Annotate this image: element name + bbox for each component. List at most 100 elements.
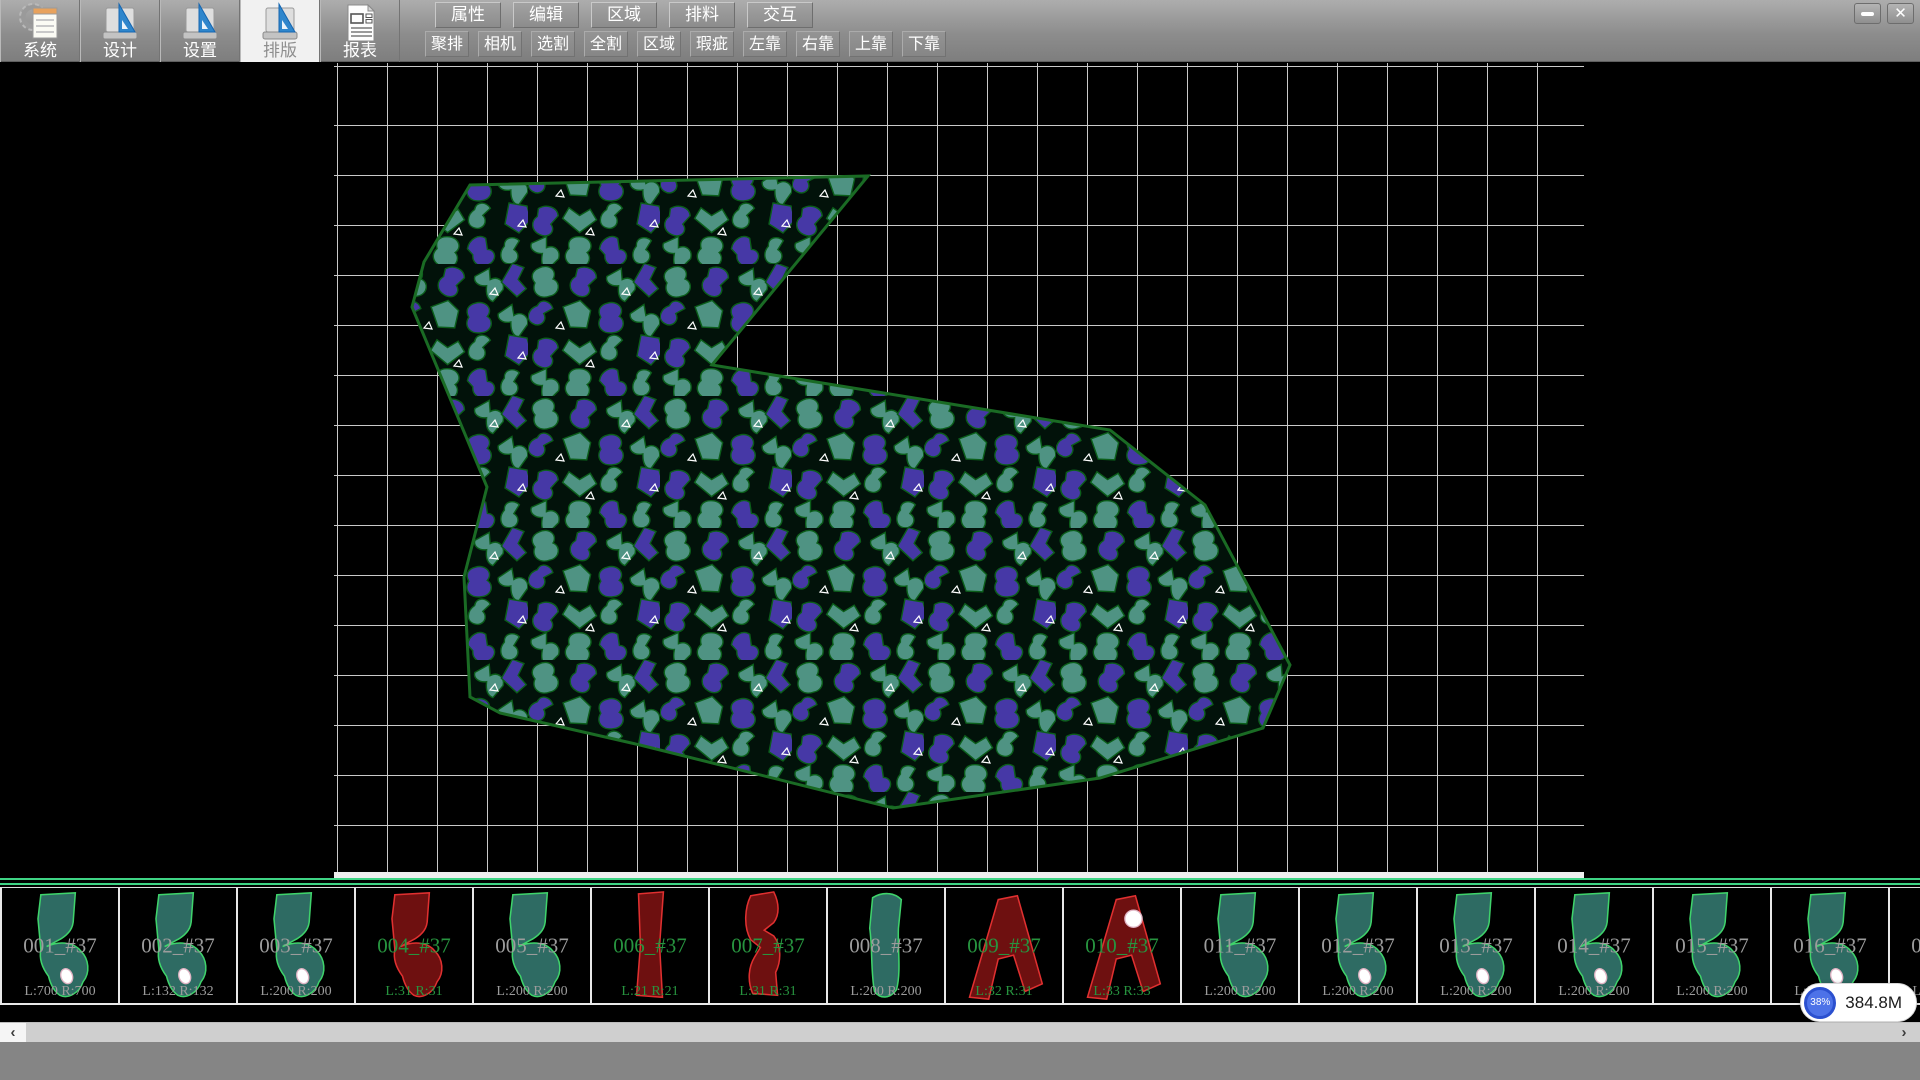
nav-item-label: 排版: [263, 42, 297, 60]
title-bar: 系统设计设置排版报表 属性编辑区域排料交互 聚排相机选割全割区域瑕疵左靠右靠上靠…: [0, 0, 1920, 62]
layout-icon: [258, 2, 302, 42]
close-icon: ✕: [1894, 6, 1907, 21]
tool-button-6[interactable]: 瑕疵: [690, 31, 734, 57]
thumbnail-piece-002[interactable]: 002_#37 L:132 R:132: [120, 888, 238, 1003]
piece-name-label: 009_#37: [946, 933, 1062, 958]
tool-button-5[interactable]: 区域: [637, 31, 681, 57]
piece-name-label: 004_#37: [356, 933, 472, 958]
piece-name-label: 015_#37: [1654, 933, 1770, 958]
nav-item-label: 设计: [103, 42, 137, 60]
settings-icon: [178, 2, 222, 42]
thumbnail-piece-001[interactable]: 001_#37 L:700 R:700: [2, 888, 120, 1003]
piece-count-label: L:200 R:200: [1182, 984, 1298, 1000]
divider-line-bottom: [0, 883, 1920, 885]
thumbnail-piece-005[interactable]: 005_#37 L:200 R:200: [474, 888, 592, 1003]
piece-count-label: L:200 R:200: [238, 984, 354, 1000]
nesting-canvas[interactable]: [334, 63, 1584, 872]
nav-item-label: 设置: [183, 42, 217, 60]
thumbnail-piece-013[interactable]: 013_#37 L:200 R:200: [1418, 888, 1536, 1003]
piece-count-label: L:21 R:21: [592, 984, 708, 1000]
menu-button-1[interactable]: 属性: [435, 2, 501, 28]
minimize-icon: [1861, 12, 1874, 16]
nav-item-layout[interactable]: 排版: [240, 0, 320, 62]
piece-count-label: L:700 R:700: [2, 984, 118, 1000]
piece-name-label: 012_#37: [1300, 933, 1416, 958]
piece-name-label: 013_#37: [1418, 933, 1534, 958]
thumbnail-piece-007[interactable]: 007_#37 L:31 R:31: [710, 888, 828, 1003]
piece-name-label: 002_#37: [120, 933, 236, 958]
menu-button-2[interactable]: 编辑: [513, 2, 579, 28]
thumbnail-piece-006[interactable]: 006_#37 L:21 R:21: [592, 888, 710, 1003]
piece-name-label: 001_#37: [2, 933, 118, 958]
piece-name-label: 006_#37: [592, 933, 708, 958]
thumbnail-piece-015[interactable]: 015_#37 L:200 R:200: [1654, 888, 1772, 1003]
thumbnail-piece-012[interactable]: 012_#37 L:200 R:200: [1300, 888, 1418, 1003]
tool-button-9[interactable]: 上靠: [849, 31, 893, 57]
menu-button-3[interactable]: 区域: [591, 2, 657, 28]
nav-item-label: 系统: [23, 42, 57, 60]
main-nav: 系统 设计 设置 排版 报表: [0, 0, 400, 62]
system-icon: [18, 2, 62, 42]
piece-name-label: 007_#37: [710, 933, 826, 958]
piece-count-label: L:200 R:200: [1300, 984, 1416, 1000]
report-icon: [338, 2, 382, 42]
piece-count-label: L:31 R:31: [356, 984, 472, 1000]
piece-name-label: 008_#37: [828, 933, 944, 958]
thumbnail-piece-004[interactable]: 004_#37 L:31 R:31: [356, 888, 474, 1003]
panel-divider: [0, 878, 1920, 887]
piece-count-label: L:33 R:33: [1064, 984, 1180, 1000]
horizontal-scrollbar[interactable]: ‹ ›: [0, 1022, 1920, 1042]
thumbnail-piece-008[interactable]: 008_#37 L:200 R:200: [828, 888, 946, 1003]
close-button[interactable]: ✕: [1887, 3, 1914, 24]
piece-count-label: L:31 R:31: [710, 984, 826, 1000]
memory-percent-indicator: 38%: [1804, 987, 1836, 1019]
menu-button-5[interactable]: 交互: [747, 2, 813, 28]
tool-button-3[interactable]: 选割: [531, 31, 575, 57]
memory-size-label: 384.8M: [1845, 993, 1902, 1013]
piece-count-label: L:200 R:200: [474, 984, 590, 1000]
thumbnail-piece-010[interactable]: 010_#37 L:33 R:33: [1064, 888, 1182, 1003]
piece-name-label: 010_#37: [1064, 933, 1180, 958]
tool-button-7[interactable]: 左靠: [743, 31, 787, 57]
status-bar: [0, 1042, 1920, 1080]
tool-button-4[interactable]: 全割: [584, 31, 628, 57]
nav-item-design[interactable]: 设计: [80, 0, 160, 62]
piece-name-label: 005_#37: [474, 933, 590, 958]
design-icon: [98, 2, 142, 42]
menu-row-main: 属性编辑区域排料交互: [435, 2, 813, 28]
thumbnail-piece-011[interactable]: 011_#37 L:200 R:200: [1182, 888, 1300, 1003]
nav-item-report[interactable]: 报表: [320, 0, 400, 62]
tool-button-10[interactable]: 下靠: [902, 31, 946, 57]
piece-name-label: 003_#37: [238, 933, 354, 958]
thumbnail-piece-003[interactable]: 003_#37 L:200 R:200: [238, 888, 356, 1003]
thumbnail-piece-009[interactable]: 009_#37 L:32 R:31: [946, 888, 1064, 1003]
piece-count-label: L:200 R:200: [828, 984, 944, 1000]
piece-name-label: 017_#37: [1890, 933, 1920, 958]
scroll-right-button[interactable]: ›: [1894, 1023, 1914, 1043]
tool-button-1[interactable]: 聚排: [425, 31, 469, 57]
nav-item-label: 报表: [343, 42, 377, 60]
scroll-left-button[interactable]: ‹: [0, 1023, 26, 1043]
piece-count-label: L:200 R:200: [1536, 984, 1652, 1000]
tool-button-8[interactable]: 右靠: [796, 31, 840, 57]
minimize-button[interactable]: [1854, 3, 1881, 24]
menu-button-4[interactable]: 排料: [669, 2, 735, 28]
piece-count-label: L:132 R:132: [120, 984, 236, 1000]
piece-thumbnail-strip: 001_#37L:700 R:700002_#37L:132 R:132003_…: [0, 887, 1920, 1005]
leather-hide-layout: [334, 63, 1584, 872]
nav-item-system[interactable]: 系统: [0, 0, 80, 62]
window-controls: ✕: [1854, 3, 1914, 24]
workspace-background: [0, 63, 1920, 878]
piece-name-label: 014_#37: [1536, 933, 1652, 958]
piece-name-label: 016_#37: [1772, 933, 1888, 958]
piece-count-label: L:200 R:200: [1418, 984, 1534, 1000]
piece-name-label: 011_#37: [1182, 933, 1298, 958]
piece-count-label: L:200 R:200: [1654, 984, 1770, 1000]
tool-button-2[interactable]: 相机: [478, 31, 522, 57]
thumbnail-piece-014[interactable]: 014_#37 L:200 R:200: [1536, 888, 1654, 1003]
menu-row-tools: 聚排相机选割全割区域瑕疵左靠右靠上靠下靠: [425, 31, 946, 57]
nav-item-settings[interactable]: 设置: [160, 0, 240, 62]
memory-usage-badge: 38% 384.8M: [1800, 983, 1917, 1022]
piece-count-label: L:32 R:31: [946, 984, 1062, 1000]
hide-outline: [412, 176, 1290, 808]
